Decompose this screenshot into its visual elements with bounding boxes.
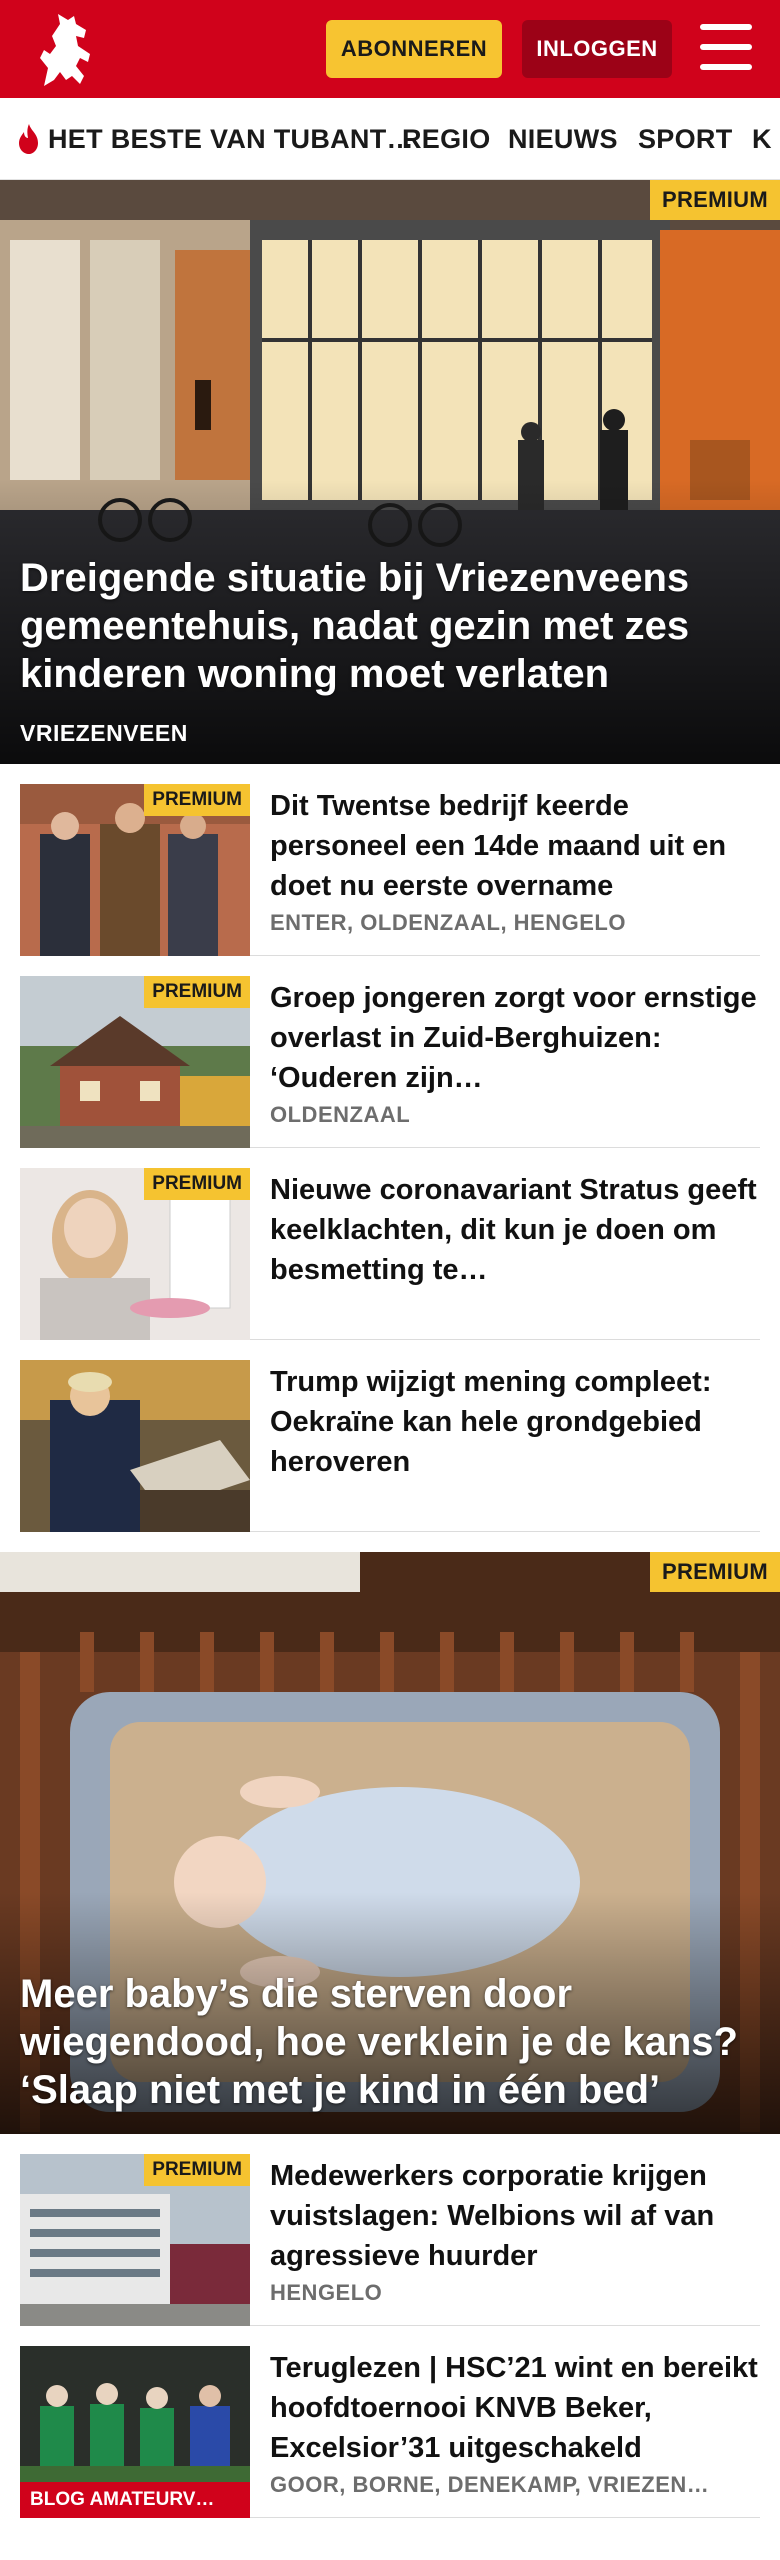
horse-logo-icon[interactable] [30,10,106,90]
hamburger-menu-icon[interactable] [700,24,752,70]
hero-article-town-hall[interactable]: PREMIUM Dreigende situatie bij Vriezenve… [0,180,780,764]
premium-badge: PREMIUM [144,784,250,816]
hero-location: VRIEZENVEEN [20,720,188,746]
list-item[interactable]: PREMIUM Medewerkers corporatie krijgen v… [20,2154,760,2326]
article-title[interactable]: Trump wijzigt mening compleet: Oekraïne … [270,1362,760,1482]
article-title[interactable]: Nieuwe coronavariant Stratus geeft keelk… [270,1170,760,1290]
list-item[interactable]: Trump wijzigt mening compleet: Oekraïne … [20,1360,760,1532]
hero-article-crib-death[interactable]: PREMIUM Meer baby’s die sterven door wie… [0,1552,780,2134]
nav-item-regio[interactable]: REGIO [402,98,491,179]
section-nav: HET BESTE VAN TUBANT… REGIO NIEUWS SPORT… [0,98,780,180]
premium-badge: PREMIUM [144,2154,250,2186]
subscribe-button[interactable]: ABONNEREN [326,20,502,78]
article-thumbnail: PREMIUM [20,784,250,956]
article-thumbnail: PREMIUM [20,976,250,1148]
nav-item-nieuws[interactable]: NIEUWS [508,98,618,179]
article-location: GOOR, BORNE, DENEKAMP, VRIEZEN… [270,2472,710,2497]
list-item[interactable]: PREMIUM Dit Twentse bedrijf keerde perso… [20,784,760,956]
article-title[interactable]: Medewerkers corporatie krijgen vuistslag… [270,2156,760,2276]
premium-badge: PREMIUM [650,180,780,220]
article-location: OLDENZAAL [270,1102,411,1127]
article-location: ENTER, OLDENZAAL, HENGELO [270,910,626,935]
article-title[interactable]: Dit Twentse bedrijf keerde personeel een… [270,786,760,906]
premium-badge: PREMIUM [650,1552,780,1592]
premium-badge: PREMIUM [144,1168,250,1200]
flame-icon [19,124,38,154]
premium-badge: PREMIUM [144,976,250,1008]
list-item[interactable]: PREMIUM Groep jongeren zorgt voor ernsti… [20,976,760,1148]
article-title[interactable]: Teruglezen | HSC’21 wint en bereikt hoof… [270,2348,760,2468]
article-thumbnail: PREMIUM [20,1168,250,1340]
list-item[interactable]: BLOG AMATEURV… Teruglezen | HSC’21 wint … [20,2346,760,2518]
list-item[interactable]: PREMIUM Nieuwe coronavariant Stratus gee… [20,1168,760,1340]
hero-title[interactable]: Dreigende situatie bij Vriezenveens geme… [20,554,750,698]
article-thumbnail [20,1360,250,1532]
nav-item-more[interactable]: K [752,98,772,179]
blog-tag: BLOG AMATEURV… [20,2482,250,2518]
nav-item-best-of[interactable]: HET BESTE VAN TUBANT… [16,98,414,179]
top-bar: ABONNEREN INLOGGEN [0,0,780,98]
article-thumbnail: PREMIUM [20,2154,250,2326]
article-location: HENGELO [270,2280,383,2305]
nav-item-label: HET BESTE VAN TUBANT… [48,123,414,154]
nav-item-sport[interactable]: SPORT [638,98,733,179]
login-button[interactable]: INLOGGEN [522,20,672,78]
article-title[interactable]: Groep jongeren zorgt voor ernstige overl… [270,978,760,1098]
article-thumbnail: BLOG AMATEURV… [20,2346,250,2518]
hero-title[interactable]: Meer baby’s die sterven door wiegendood,… [20,1970,750,2114]
